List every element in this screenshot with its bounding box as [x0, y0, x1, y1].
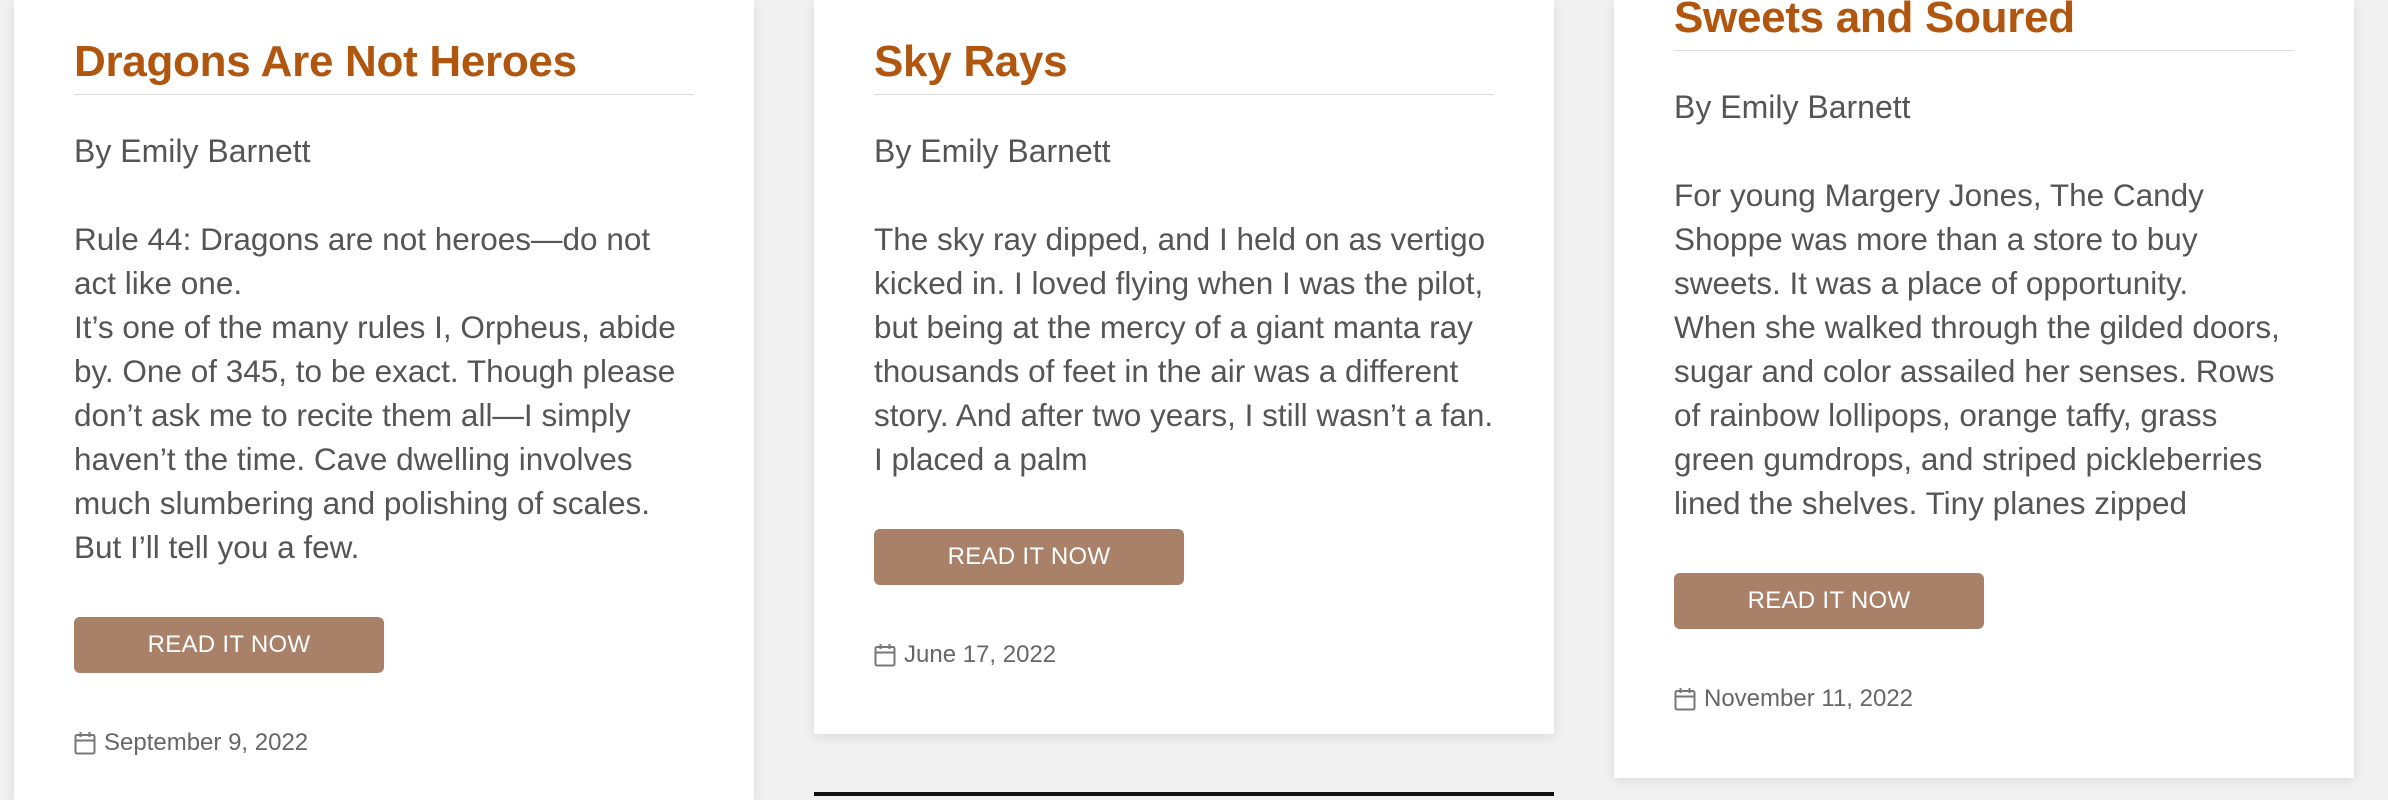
story-excerpt: For young Margery Jones, The Candy Shopp… [1674, 173, 2294, 525]
story-card-dragons: Dragons Are Not Heroes By Emily Barnett … [14, 0, 754, 800]
excerpt-paragraph: For young Margery Jones, The Candy Shopp… [1674, 177, 2204, 301]
title-divider [74, 94, 694, 95]
title-divider [1674, 50, 2294, 51]
story-card-sweets-and-soured: Sweets and Soured By Emily Barnett For y… [1614, 0, 2354, 778]
calendar-icon [1674, 688, 1696, 711]
calendar-icon [74, 732, 96, 755]
read-it-now-button[interactable]: READ IT NOW [1674, 573, 1984, 629]
excerpt-paragraph: Rule 44: Dragons are not heroes—do not a… [74, 221, 651, 301]
calendar-icon [874, 644, 896, 667]
read-it-now-button[interactable]: READ IT NOW [874, 529, 1184, 585]
post-date: November 11, 2022 [1674, 685, 2294, 713]
story-excerpt: The sky ray dipped, and I held on as ver… [874, 217, 1494, 481]
date-text: September 9, 2022 [104, 729, 309, 756]
post-date: June 17, 2022 [874, 641, 1494, 669]
story-card-sky-rays: Sky Rays By Emily Barnett The sky ray di… [814, 0, 1554, 734]
story-author: By Emily Barnett [874, 133, 1111, 169]
story-excerpt: Rule 44: Dragons are not heroes—do not a… [74, 217, 694, 569]
story-author: By Emily Barnett [74, 133, 311, 169]
story-title[interactable]: Sweets and Soured [1674, 0, 2294, 44]
read-it-now-button[interactable]: READ IT NOW [74, 617, 384, 673]
post-date: September 9, 2022 [74, 729, 694, 757]
excerpt-paragraph: When she walked through the gilded doors… [1674, 309, 2280, 521]
excerpt-paragraph: But I’ll tell you a few. [74, 529, 360, 565]
excerpt-paragraph: It’s one of the many rules I, Orpheus, a… [74, 309, 676, 521]
story-author: By Emily Barnett [1674, 89, 1911, 125]
title-divider [874, 94, 1494, 95]
story-title[interactable]: Dragons Are Not Heroes [74, 36, 694, 88]
story-title[interactable]: Sky Rays [874, 36, 1494, 88]
date-text: November 11, 2022 [1704, 685, 1914, 712]
date-text: June 17, 2022 [904, 641, 1057, 668]
excerpt-paragraph: The sky ray dipped, and I held on as ver… [874, 221, 1494, 477]
next-card-edge [814, 792, 1554, 796]
